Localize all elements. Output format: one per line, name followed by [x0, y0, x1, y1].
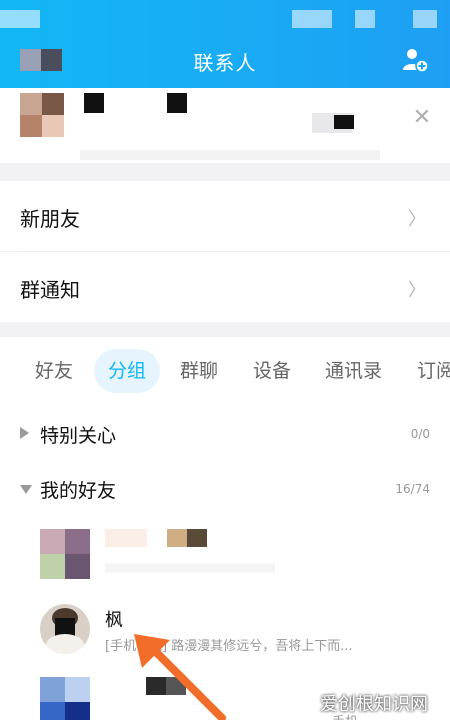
group-notice-label: 群通知: [20, 278, 80, 302]
group-count: 0/0: [410, 427, 430, 441]
group-my-friends[interactable]: 我的好友 16/74: [0, 470, 450, 510]
contact-row[interactable]: [0, 527, 450, 597]
new-friends-label: 新朋友: [20, 207, 80, 231]
status-bar-blur: [413, 10, 437, 28]
tab-group-chats[interactable]: 群聊: [180, 349, 218, 393]
chevron-right-icon: 〉: [408, 209, 426, 230]
contact-avatar: [40, 604, 90, 654]
notice-avatar: [42, 115, 64, 137]
annotation-arrow-icon: [134, 634, 226, 720]
contact-avatar: [40, 529, 90, 579]
notice-avatar: [20, 93, 42, 115]
notice-text-blur: [167, 93, 187, 113]
contact-name-blur: [187, 529, 207, 547]
contact-name-blur: [105, 529, 147, 547]
notice-text-blur: [334, 115, 354, 129]
chevron-right-icon: 〉: [408, 280, 426, 301]
add-friend-icon[interactable]: [401, 46, 429, 74]
status-bar-blur: [292, 10, 332, 28]
notice-text-blur: [80, 150, 380, 160]
tab-devices[interactable]: 设备: [253, 349, 291, 393]
group-name: 我的好友: [40, 480, 117, 502]
notice-text-blur: [84, 93, 104, 113]
tab-bar: 好友 分组 群聊 设备 通讯录 订阅: [0, 349, 450, 393]
contact-name-blur: [167, 529, 187, 547]
tab-friends[interactable]: 好友: [35, 349, 73, 393]
header-bar: 联系人: [0, 0, 450, 90]
watermark: 爱创根知识网: [320, 694, 428, 715]
group-name: 特别关心: [40, 425, 117, 447]
status-bar-blur: [355, 10, 375, 28]
contact-status-blur: [105, 563, 275, 573]
status-bar-blur: [0, 10, 40, 28]
tab-address-book[interactable]: 通讯录: [325, 349, 382, 393]
group-special-care[interactable]: 特别关心 0/0: [0, 415, 450, 455]
new-friends-row[interactable]: 新朋友 〉: [0, 181, 450, 251]
contact-avatar: [40, 677, 90, 720]
tab-subscriptions[interactable]: 订阅: [417, 349, 450, 393]
contact-name: 枫: [105, 610, 123, 631]
group-count: 16/74: [395, 482, 430, 496]
page-title: 联系人: [193, 51, 257, 75]
expanded-triangle-icon: [20, 485, 32, 494]
group-notice-row[interactable]: 群通知 〉: [0, 252, 450, 322]
notice-avatar: [20, 115, 42, 137]
close-icon[interactable]: ✕: [410, 106, 434, 130]
notice-card[interactable]: ✕: [0, 88, 450, 163]
tab-groups[interactable]: 分组: [94, 349, 161, 393]
notice-avatar: [42, 93, 64, 115]
collapsed-triangle-icon: [20, 427, 29, 439]
